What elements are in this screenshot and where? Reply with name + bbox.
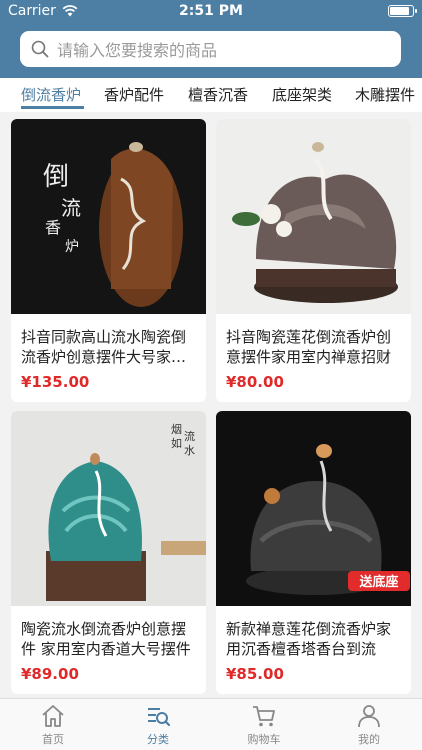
home-icon <box>42 705 64 727</box>
status-time: 2:51 PM <box>179 3 243 19</box>
search-icon <box>31 40 49 58</box>
promo-badge: 送底座 <box>358 574 398 590</box>
tabbar-cart-label: 购物车 <box>247 733 281 746</box>
tab-category-0[interactable]: 倒流香炉 <box>21 84 81 105</box>
product-image-1: 倒 流 香 炉 <box>11 119 206 314</box>
image-text-3: 香 <box>45 218 61 237</box>
image-text-5: 烟 <box>171 422 182 436</box>
search-placeholder: 请输入您要搜索的商品 <box>57 41 218 60</box>
product-price-3: ¥89.00 <box>21 665 79 683</box>
product-image-4: 送底座 <box>216 411 411 606</box>
image-text-1: 倒 <box>43 162 69 192</box>
tabbar-profile[interactable]: 我的 <box>329 703 409 747</box>
profile-icon <box>358 705 380 728</box>
battery-icon <box>388 5 417 17</box>
product-title-4: 新款禅意莲花倒流香炉家用沉香檀香塔香台到流 <box>226 620 392 658</box>
tab-category-4[interactable]: 木雕摆件 <box>355 84 415 105</box>
tab-category-2[interactable]: 檀香沉香 <box>188 84 248 105</box>
product-title-1: 抖音同款高山流水陶瓷倒流香炉创意摆件大号家用室内 <box>21 328 187 366</box>
tabbar-home-label: 首页 <box>42 733 64 746</box>
image-text-2: 流 <box>61 196 81 220</box>
product-card-3[interactable]: 烟 如 流 水 陶瓷流水倒流香炉创意摆件 家用室内香道大号摆件 ¥89.00 <box>11 411 206 694</box>
tab-category-3[interactable]: 底座架类 <box>272 84 332 105</box>
product-card-1[interactable]: 倒 流 香 炉 抖音同款高山流水陶瓷倒流香炉创意摆件大号家用室内 ¥135.00 <box>11 119 206 402</box>
product-price-1: ¥135.00 <box>21 373 90 391</box>
tabbar-cart[interactable]: 购物车 <box>224 703 304 747</box>
tabbar-category[interactable]: 分类 <box>118 703 198 747</box>
image-text-7: 流 <box>184 429 195 443</box>
header-bar: Carrier 2:51 PM 请输入您要搜索的商品 <box>0 0 422 78</box>
category-icon <box>148 708 171 727</box>
image-text-4: 炉 <box>65 239 79 255</box>
tabbar-home[interactable]: 首页 <box>13 703 93 747</box>
tab-active-indicator <box>21 106 84 109</box>
tabbar-profile-label: 我的 <box>358 733 380 746</box>
product-image-2 <box>216 119 411 314</box>
product-image-3: 烟 如 流 水 <box>11 411 206 606</box>
product-title-2: 抖音陶瓷莲花倒流香炉创意摆件家用室内禅意招财 <box>226 328 392 366</box>
tab-category-1[interactable]: 香炉配件 <box>104 84 164 105</box>
product-title-3: 陶瓷流水倒流香炉创意摆件 家用室内香道大号摆件 <box>21 620 191 658</box>
product-price-2: ¥80.00 <box>226 373 284 391</box>
product-price-4: ¥85.00 <box>226 665 284 683</box>
cart-icon <box>253 706 275 727</box>
image-text-6: 如 <box>171 436 182 450</box>
search-input[interactable]: 请输入您要搜索的商品 <box>20 31 401 67</box>
status-bar: Carrier 2:51 PM <box>0 0 422 22</box>
product-card-4[interactable]: 送底座 新款禅意莲花倒流香炉家用沉香檀香塔香台到流 ¥85.00 <box>216 411 411 694</box>
image-text-8: 水 <box>184 444 195 457</box>
category-tabs: 倒流香炉 香炉配件 檀香沉香 底座架类 木雕摆件 <box>0 78 422 112</box>
tabbar-category-label: 分类 <box>147 733 169 746</box>
product-card-2[interactable]: 抖音陶瓷莲花倒流香炉创意摆件家用室内禅意招财 ¥80.00 <box>216 119 411 402</box>
bottom-tab-bar: 首页 分类 购物车 我的 <box>0 698 422 750</box>
